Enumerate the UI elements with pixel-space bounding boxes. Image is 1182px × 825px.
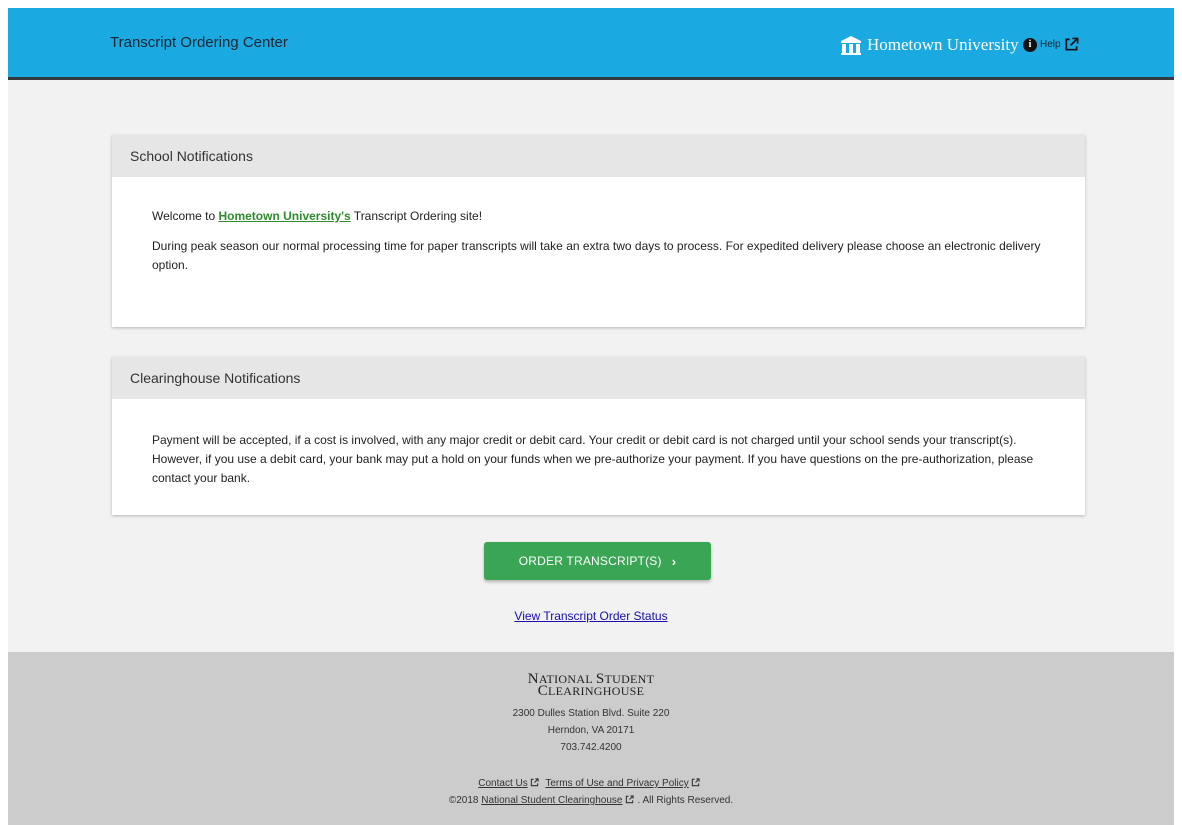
school-brand: Hometown University [840,30,1019,60]
address-line-2: Herndon, VA 20171 [547,725,635,736]
footer-links: Contact Us Terms of Use and Privacy Poli… [8,775,1174,809]
app-title: Transcript Ordering Center [110,34,288,51]
order-status-row: View Transcript Order Status [8,609,1174,623]
clearinghouse-notifications-heading: Clearinghouse Notifications [112,357,1085,399]
copyright-prefix: ©2018 [448,795,482,806]
university-building-icon [841,36,861,55]
welcome-message: Welcome to Hometown University's Transcr… [152,207,1045,226]
school-notifications-card: School Notifications Welcome to Hometown… [112,135,1085,327]
page-frame: Transcript Ordering Center Hometown Univ… [8,8,1174,825]
external-link-icon [625,795,634,804]
terms-privacy-link[interactable]: Terms of Use and Privacy Policy [545,778,688,789]
welcome-suffix: Transcript Ordering site! [350,209,483,223]
copyright: ©2018 National Student Clearinghouse . Al… [8,792,1174,809]
clearinghouse-notifications-card: Clearinghouse Notifications Payment will… [112,357,1085,515]
contact-us-link[interactable]: Contact Us [478,778,527,789]
footer-address: 2300 Dulles Station Blvd. Suite 220 Hern… [8,705,1174,756]
page-footer: NATIONAL STUDENT CLEARINGHOUSE 2300 Dull… [8,652,1174,825]
copyright-suffix: . All Rights Reserved. [637,795,734,806]
external-link-icon [1065,37,1079,51]
help-label: Help [1040,39,1061,50]
order-transcripts-button[interactable]: ORDER TRANSCRIPT(S) › [484,542,711,580]
phone-number: 703.742.4200 [560,742,622,753]
chevron-right-icon: › [671,553,677,569]
school-brand-name: Hometown University [867,35,1019,54]
clearinghouse-notice-text: Payment will be accepted, if a cost is i… [152,433,1034,485]
logo-text-learinghouse: LEARINGHOUSE [548,684,645,698]
info-circle-icon: i [1023,37,1037,52]
address-line-1: 2300 Dulles Station Blvd. Suite 220 [512,708,670,719]
clearinghouse-logo: NATIONAL STUDENT CLEARINGHOUSE [8,672,1174,699]
nsc-link[interactable]: National Student Clearinghouse [481,795,622,806]
order-button-label: ORDER TRANSCRIPT(S) [518,554,662,568]
logo-initial-c: C [537,683,549,699]
school-notice-text: During peak season our normal processing… [152,239,1041,272]
external-link-icon [530,778,539,787]
top-header: Transcript Ordering Center Hometown Univ… [8,8,1174,80]
school-link[interactable]: Hometown University's [218,209,350,223]
school-notifications-heading: School Notifications [112,135,1085,177]
external-link-icon [691,778,700,787]
welcome-prefix: Welcome to [152,209,219,223]
help-link[interactable]: i Help [1023,37,1079,52]
clearinghouse-notifications-body: Payment will be accepted, if a cost is i… [112,399,1085,488]
view-order-status-link[interactable]: View Transcript Order Status [514,609,667,623]
school-notifications-body: Welcome to Hometown University's Transcr… [112,177,1085,275]
